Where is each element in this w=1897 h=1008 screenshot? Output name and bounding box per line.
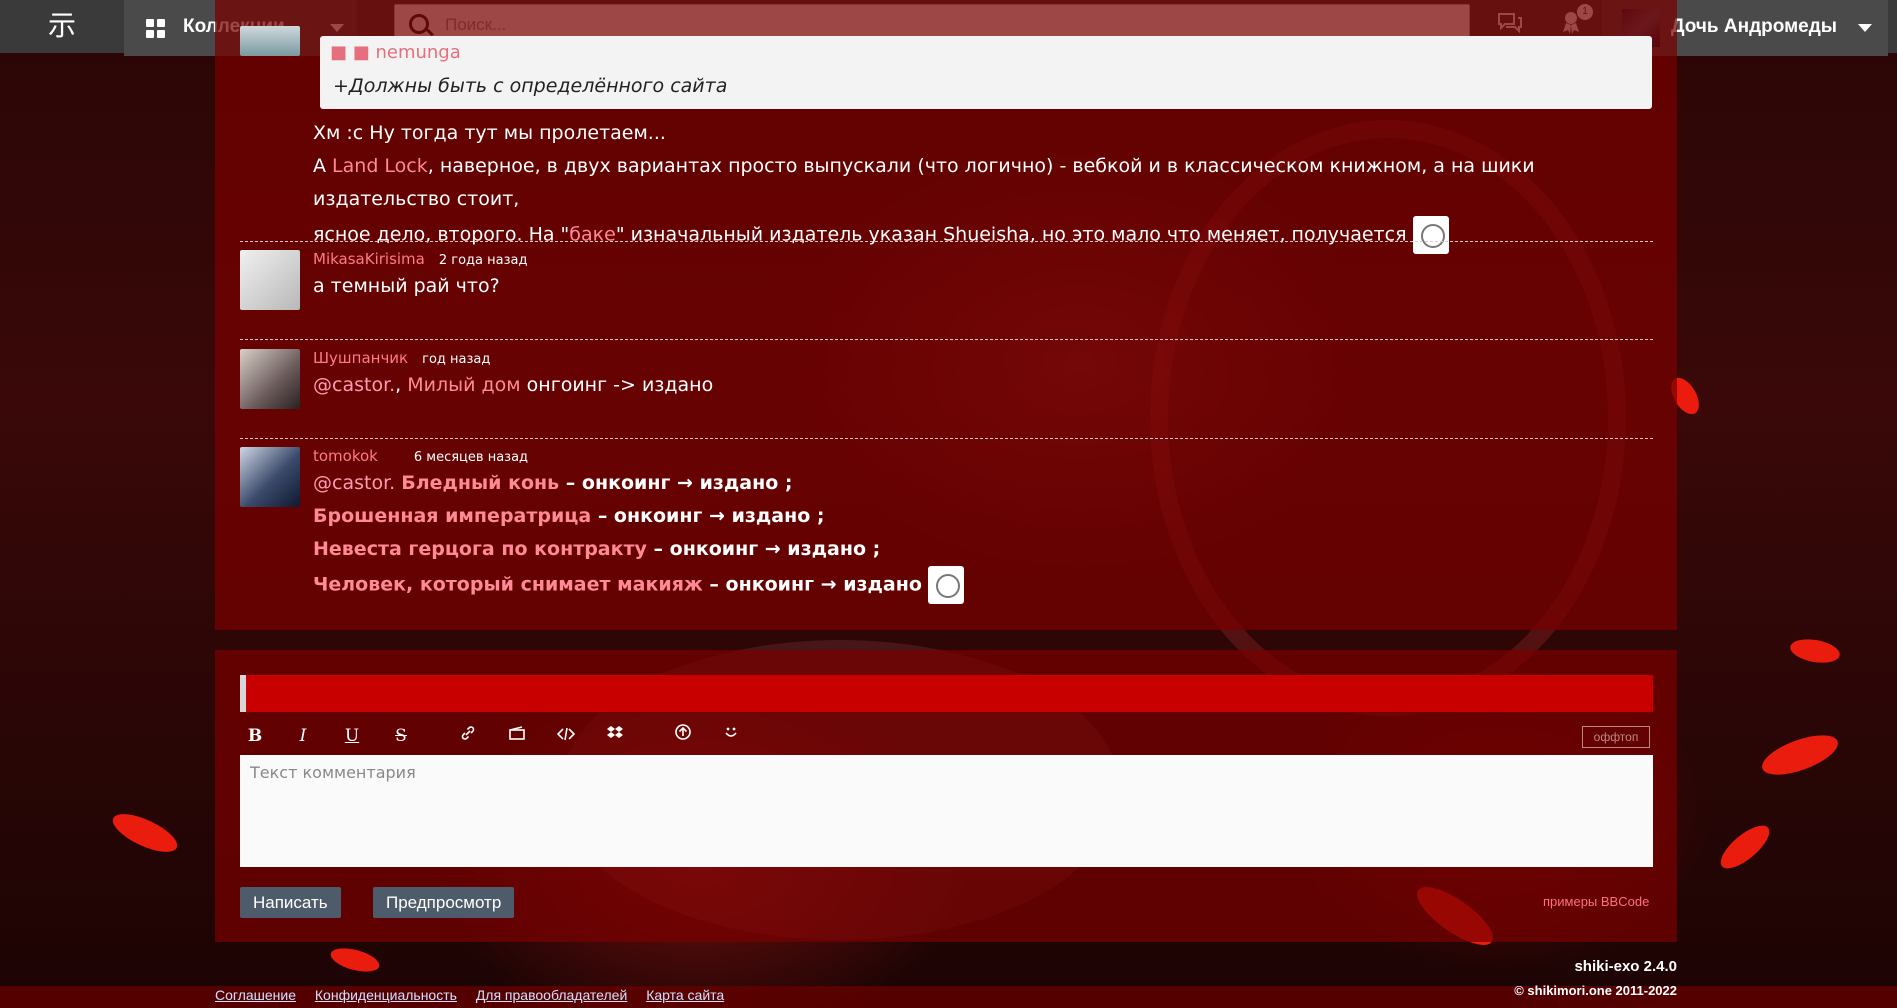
chevron-down-icon: [1858, 24, 1872, 32]
comment-username[interactable]: MikasaKirisima: [313, 250, 425, 268]
image-icon[interactable]: [504, 723, 530, 749]
comment-meta: tomokok 6 месяцев назад: [313, 447, 528, 465]
italic-button[interactable]: I: [290, 723, 316, 749]
dropbox-icon[interactable]: [602, 723, 628, 749]
comment-username[interactable]: Шушпанчик: [313, 349, 408, 367]
strikethrough-button[interactable]: S: [388, 723, 414, 749]
quote-block: ■ ■ nemunga +Должны быть с определённого…: [320, 36, 1652, 109]
submit-button[interactable]: Написать: [240, 887, 341, 918]
comment-username[interactable]: tomokok: [313, 447, 378, 465]
comment-divider: [240, 241, 1653, 242]
preview-button[interactable]: Предпросмотр: [373, 887, 515, 918]
grid-icon: [146, 19, 165, 38]
comment-time: 6 месяцев назад: [413, 450, 529, 465]
footer-link-sitemap[interactable]: Карта сайта: [646, 987, 724, 1003]
avatar[interactable]: [240, 349, 300, 409]
user-name: Дочь Андромеды: [1671, 16, 1838, 37]
underline-button[interactable]: U: [339, 723, 365, 749]
comment-text: а темный рай что?: [313, 275, 500, 297]
code-icon[interactable]: [553, 723, 579, 749]
bold-button[interactable]: B: [242, 723, 268, 749]
editor-header-bar: [240, 675, 1653, 712]
avatar: [240, 26, 300, 56]
mention-link[interactable]: @castor.: [313, 374, 395, 396]
avatar[interactable]: [240, 250, 300, 310]
bbcode-examples-link[interactable]: примеры BBCode: [1543, 894, 1649, 909]
mention-link[interactable]: @castor.: [313, 472, 395, 494]
footer-link-privacy[interactable]: Конфиденциальность: [315, 987, 457, 1003]
title-link[interactable]: Человек, который снимает макияж: [313, 574, 703, 596]
version-label: shiki-exo 2.4.0: [1574, 958, 1677, 975]
title-link[interactable]: Бледный конь: [401, 472, 559, 494]
copyright-label: © shikimori.one 2011-2022: [1514, 983, 1677, 998]
comment-text: @castor., Милый дом онгоинг -> издано: [313, 374, 714, 396]
title-link[interactable]: Брошенная императрица: [313, 505, 591, 527]
comment-divider: [240, 339, 1653, 340]
footer-link-copyright-holders[interactable]: Для правообладателей: [476, 987, 627, 1003]
link-icon[interactable]: [455, 723, 481, 749]
link-land-lock[interactable]: Land Lock: [332, 155, 428, 177]
comment-text: Хм :с Ну тогда тут мы пролетаем... А Lan…: [313, 117, 1653, 254]
offtopic-toggle[interactable]: оффтоп: [1582, 726, 1650, 748]
site-logo-icon[interactable]: 示: [44, 8, 80, 44]
quote-author[interactable]: ■ ■ nemunga: [330, 42, 461, 63]
comment-divider: [240, 438, 1653, 439]
emoji-icon: [1412, 216, 1449, 254]
footer-links: Соглашение Конфиденциальность Для правоо…: [215, 987, 739, 1003]
comment-text: @castor. Бледный конь – онкоинг → издано…: [313, 467, 964, 604]
emoji-icon: [927, 566, 964, 604]
link-bake[interactable]: баке: [569, 224, 616, 246]
comment-meta: Шушпанчик год назад: [313, 349, 490, 367]
footer-link-agreement[interactable]: Соглашение: [215, 987, 296, 1003]
quote-text: +Должны быть с определённого сайта: [333, 75, 728, 97]
comment-meta: MikasaKirisima 2 года назад: [313, 250, 527, 268]
title-link[interactable]: Невеста герцога по контракту: [313, 538, 647, 560]
comment-textarea[interactable]: [240, 755, 1653, 867]
avatar[interactable]: [240, 447, 300, 507]
comment-time: 2 года назад: [438, 253, 528, 268]
title-link[interactable]: Милый дом: [407, 374, 520, 396]
comment-time: год назад: [422, 352, 491, 367]
upload-icon[interactable]: [670, 723, 696, 749]
smiley-icon[interactable]: [718, 723, 744, 749]
